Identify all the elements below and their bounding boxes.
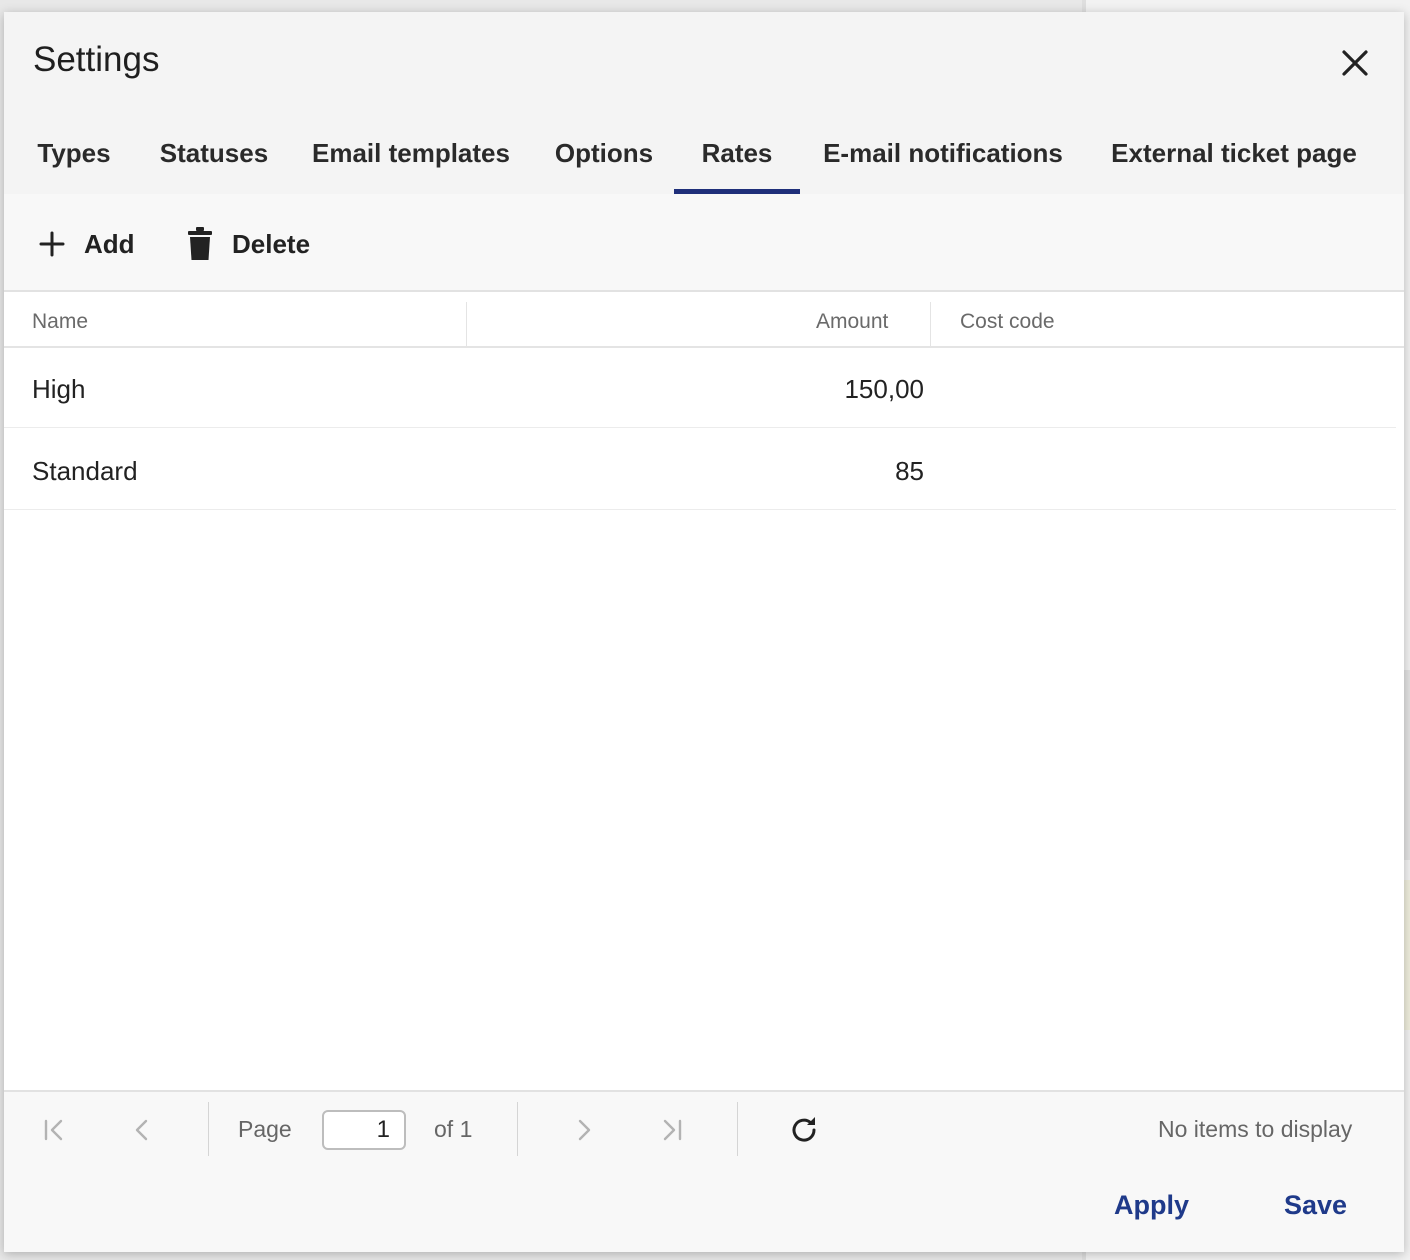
- save-button[interactable]: Save: [1284, 1190, 1347, 1221]
- pager-divider: [208, 1102, 209, 1156]
- apply-button[interactable]: Apply: [1114, 1190, 1189, 1221]
- page-number-input[interactable]: [322, 1110, 406, 1150]
- column-header-amount[interactable]: Amount: [816, 310, 888, 334]
- delete-button-label: Delete: [232, 228, 311, 259]
- tab-bar: Types Statuses Email templates Options R…: [4, 122, 1404, 194]
- pager-divider: [517, 1102, 518, 1156]
- dialog-footer: Apply Save: [4, 1166, 1404, 1252]
- grid-header: Name Amount Cost code: [4, 292, 1404, 348]
- tab-email-notifications[interactable]: E-mail notifications: [814, 122, 1072, 194]
- refresh-icon: [792, 1117, 816, 1142]
- tab-options[interactable]: Options: [540, 122, 668, 194]
- previous-page-button[interactable]: [124, 1112, 160, 1148]
- cell-name: High: [32, 374, 86, 404]
- tab-email-templates[interactable]: Email templates: [300, 122, 522, 194]
- tab-types[interactable]: Types: [18, 122, 130, 194]
- table-row[interactable]: Standard 85: [4, 430, 1396, 510]
- first-page-button[interactable]: [36, 1112, 72, 1148]
- column-separator[interactable]: [930, 302, 931, 348]
- refresh-button[interactable]: [786, 1112, 822, 1148]
- chevron-right-icon: [578, 1119, 591, 1141]
- add-button[interactable]: Add: [34, 224, 135, 264]
- settings-dialog: Settings Types Statuses Email templates …: [4, 12, 1404, 1252]
- cell-amount: 85: [895, 456, 924, 486]
- chevron-left-icon: [135, 1119, 148, 1141]
- dialog-title: Settings: [33, 40, 160, 79]
- close-icon: [1342, 50, 1368, 76]
- first-page-icon: [44, 1119, 63, 1141]
- pager: Page of 1 No items to display: [4, 1090, 1404, 1166]
- add-button-label: Add: [84, 228, 135, 259]
- table-row[interactable]: High 150,00: [4, 348, 1396, 428]
- delete-button[interactable]: Delete: [182, 224, 310, 264]
- tab-external-ticket-page[interactable]: External ticket page: [1094, 122, 1374, 194]
- page-count-label: of 1: [434, 1116, 473, 1142]
- plus-icon: [34, 226, 70, 262]
- column-header-cost-code[interactable]: Cost code: [960, 310, 1055, 334]
- trash-icon: [182, 226, 218, 262]
- cell-amount: 150,00: [844, 374, 924, 404]
- close-button[interactable]: [1334, 42, 1376, 84]
- page-label: Page: [238, 1116, 292, 1142]
- cell-name: Standard: [32, 456, 138, 486]
- last-page-button[interactable]: [654, 1112, 690, 1148]
- pager-status: No items to display: [1158, 1116, 1353, 1142]
- column-separator[interactable]: [466, 302, 467, 348]
- tab-statuses[interactable]: Statuses: [144, 122, 284, 194]
- column-header-name[interactable]: Name: [32, 310, 88, 334]
- grid-toolbar: Add Delete: [4, 194, 1404, 292]
- last-page-icon: [663, 1119, 682, 1141]
- dialog-header: Settings Types Statuses Email templates …: [4, 12, 1404, 194]
- next-page-button[interactable]: [566, 1112, 602, 1148]
- pager-divider: [737, 1102, 738, 1156]
- tab-rates[interactable]: Rates: [674, 122, 800, 194]
